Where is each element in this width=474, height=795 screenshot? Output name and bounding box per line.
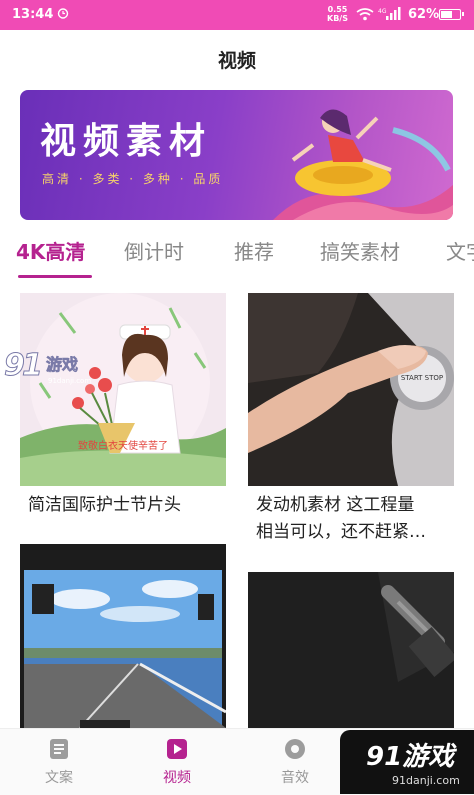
play-icon bbox=[167, 739, 187, 759]
alarm-icon bbox=[57, 8, 69, 19]
banner[interactable]: 视频素材 高清 · 多类 · 多种 · 品质 bbox=[20, 90, 453, 220]
nav-item-video[interactable]: 视频 bbox=[118, 729, 236, 795]
video-thumbnail-bus[interactable] bbox=[20, 544, 226, 728]
tab-recommended[interactable]: 推荐 bbox=[234, 236, 274, 265]
wifi-icon bbox=[356, 8, 374, 21]
video-thumbnail-engine[interactable]: START STOP bbox=[248, 293, 454, 486]
banner-illustration bbox=[273, 109, 453, 220]
nav-label-sound: 音效 bbox=[281, 770, 309, 786]
nav-label-copywriting: 文案 bbox=[45, 770, 73, 786]
category-tabs: 4K高清 倒计时 推荐 搞笑素材 文字 bbox=[0, 232, 474, 278]
video-thumbnail-plug[interactable] bbox=[248, 572, 454, 728]
banner-title: 视频素材 bbox=[40, 121, 213, 162]
network-speed: 0.55 KB/S bbox=[327, 5, 348, 23]
corner-watermark: 91游戏 91danji.com bbox=[340, 730, 474, 794]
status-bar: 13:44 0.55 KB/S 4G 62% bbox=[0, 0, 474, 30]
nav-label-video: 视频 bbox=[163, 770, 191, 786]
watermark-brand: 91游戏 bbox=[366, 742, 455, 772]
svg-text:91danji.com: 91danji.com bbox=[48, 377, 91, 385]
music-icon bbox=[285, 739, 305, 759]
video-title-nurse[interactable]: 简洁国际护士节片头 bbox=[28, 492, 181, 519]
document-icon bbox=[50, 739, 68, 759]
video-title-engine[interactable]: 发动机素材 这工程量 相当可以，还不赶紧… bbox=[256, 492, 426, 546]
watermark-logo: 9 1 游戏 91danji.com bbox=[4, 348, 92, 386]
watermark-domain: 91danji.com bbox=[392, 774, 460, 787]
battery-icon bbox=[439, 9, 464, 20]
video-thumbnail-nurse[interactable]: 致敬白衣天使辛苦了 bbox=[20, 293, 226, 486]
tab-text[interactable]: 文字 bbox=[446, 236, 474, 265]
nav-item-copywriting[interactable]: 文案 bbox=[0, 729, 118, 795]
svg-text:1: 1 bbox=[22, 348, 43, 383]
thumbnail-caption: 致敬白衣天使辛苦了 bbox=[78, 439, 168, 452]
signal-icon: 4G bbox=[378, 7, 401, 20]
banner-subtitle: 高清 · 多类 · 多种 · 品质 bbox=[42, 172, 224, 186]
battery-percent: 62% bbox=[408, 7, 440, 22]
tab-4k[interactable]: 4K高清 bbox=[16, 236, 85, 265]
tab-indicator bbox=[18, 275, 92, 278]
nav-item-sound[interactable]: 音效 bbox=[236, 729, 354, 795]
status-time: 13:44 bbox=[12, 7, 54, 22]
svg-text:游戏: 游戏 bbox=[46, 355, 78, 374]
start-stop-label: START STOP bbox=[401, 374, 443, 382]
network-type-label: 4G bbox=[378, 8, 387, 15]
tab-countdown[interactable]: 倒计时 bbox=[124, 236, 184, 265]
page-title: 视频 bbox=[217, 50, 256, 72]
tab-funny[interactable]: 搞笑素材 bbox=[320, 236, 400, 265]
